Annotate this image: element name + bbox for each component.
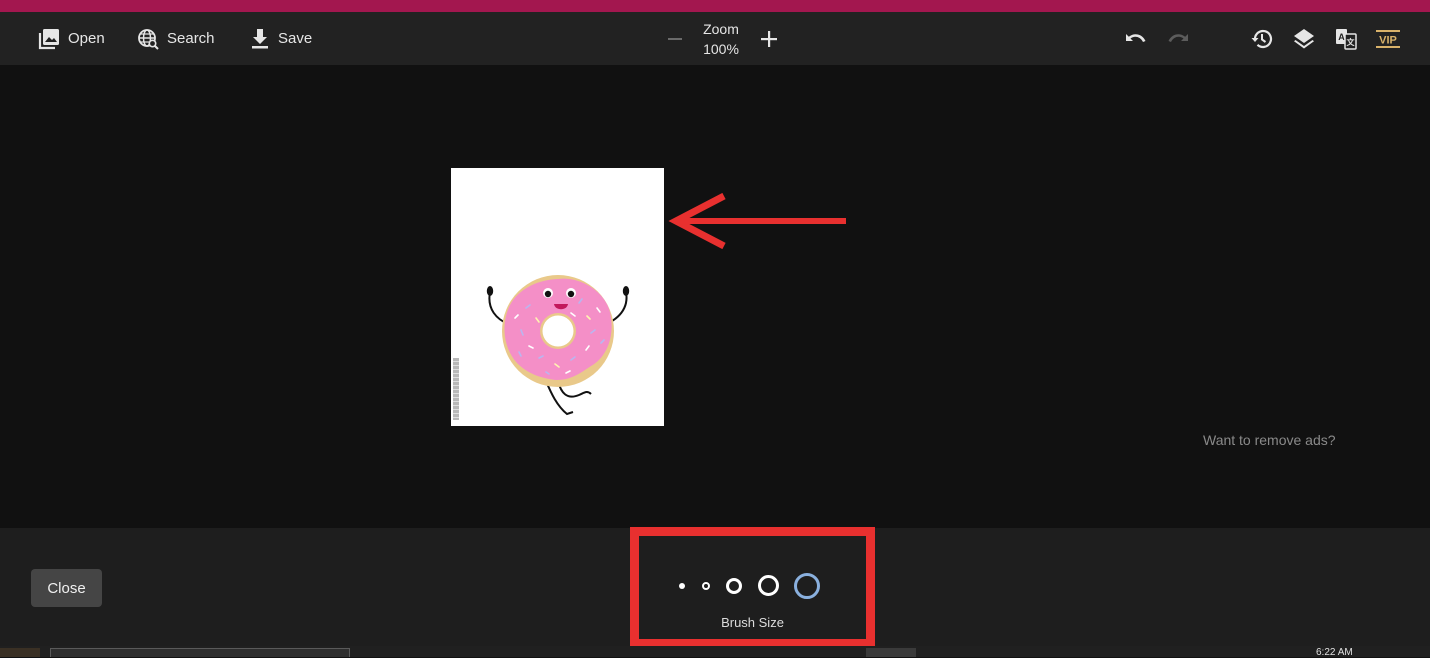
search-label: Search <box>167 30 215 47</box>
brush-size-options <box>675 573 835 599</box>
zoom-in-button[interactable] <box>758 26 780 52</box>
brush-size-label: Brush Size <box>721 615 784 630</box>
history-icon <box>1251 29 1273 49</box>
close-button[interactable]: Close <box>31 569 102 607</box>
svg-text:VIP: VIP <box>1379 35 1397 47</box>
layers-icon <box>1294 29 1314 49</box>
layers-button[interactable] <box>1291 26 1317 52</box>
image-stack-icon <box>38 28 59 49</box>
taskbar-search-box[interactable] <box>50 648 350 657</box>
brush-size-highlight: Brush Size <box>630 527 875 648</box>
editor-canvas[interactable]: Want to remove ads? <box>0 65 1430 528</box>
top-toolbar: Open Search Save Zoom 100% A 文 VIP <box>0 12 1430 65</box>
taskbar-widget[interactable] <box>0 648 40 657</box>
download-icon <box>252 28 268 48</box>
globe-search-icon <box>138 28 159 50</box>
vip-button[interactable]: VIP <box>1374 26 1402 52</box>
save-button[interactable]: Save <box>250 12 312 65</box>
svg-text:A: A <box>1338 32 1345 42</box>
minus-icon <box>668 38 682 40</box>
zoom-out-button[interactable] <box>664 26 686 52</box>
browser-accent-strip <box>0 0 1430 12</box>
brush-size-m[interactable] <box>726 578 742 594</box>
brush-size-s[interactable] <box>702 582 710 590</box>
translate-button[interactable]: A 文 <box>1333 26 1359 52</box>
zoom-control: Zoom 100% <box>660 12 790 65</box>
redo-button[interactable] <box>1165 26 1191 52</box>
redo-icon <box>1168 34 1188 42</box>
edited-image[interactable] <box>451 168 664 426</box>
zoom-readout: Zoom 100% <box>696 19 746 59</box>
zoom-label: Zoom <box>703 21 739 37</box>
taskbar-app-button[interactable] <box>866 648 916 657</box>
brush-size-xs[interactable] <box>679 583 685 589</box>
annotation-arrow-icon <box>668 193 846 250</box>
save-label: Save <box>278 30 313 47</box>
donut-illustration <box>486 275 630 416</box>
brush-panel: Close Brush Size <box>0 527 1430 648</box>
remove-ads-link[interactable]: Want to remove ads? <box>1203 432 1336 448</box>
vip-badge-icon: VIP <box>1376 30 1400 48</box>
translate-icon: A 文 <box>1336 29 1357 50</box>
brush-size-xl-selected[interactable] <box>794 573 820 599</box>
stock-watermark <box>453 358 459 420</box>
undo-button[interactable] <box>1123 26 1149 52</box>
open-label: Open <box>68 30 105 47</box>
os-taskbar: 6:22 AM <box>0 646 1430 658</box>
brush-size-l[interactable] <box>758 575 779 596</box>
history-button[interactable] <box>1249 26 1275 52</box>
svg-text:文: 文 <box>1347 37 1356 47</box>
open-button[interactable]: Open <box>38 12 105 65</box>
search-button[interactable]: Search <box>137 12 215 65</box>
zoom-value: 100% <box>703 41 739 57</box>
plus-icon <box>761 31 777 47</box>
undo-icon <box>1126 34 1146 42</box>
